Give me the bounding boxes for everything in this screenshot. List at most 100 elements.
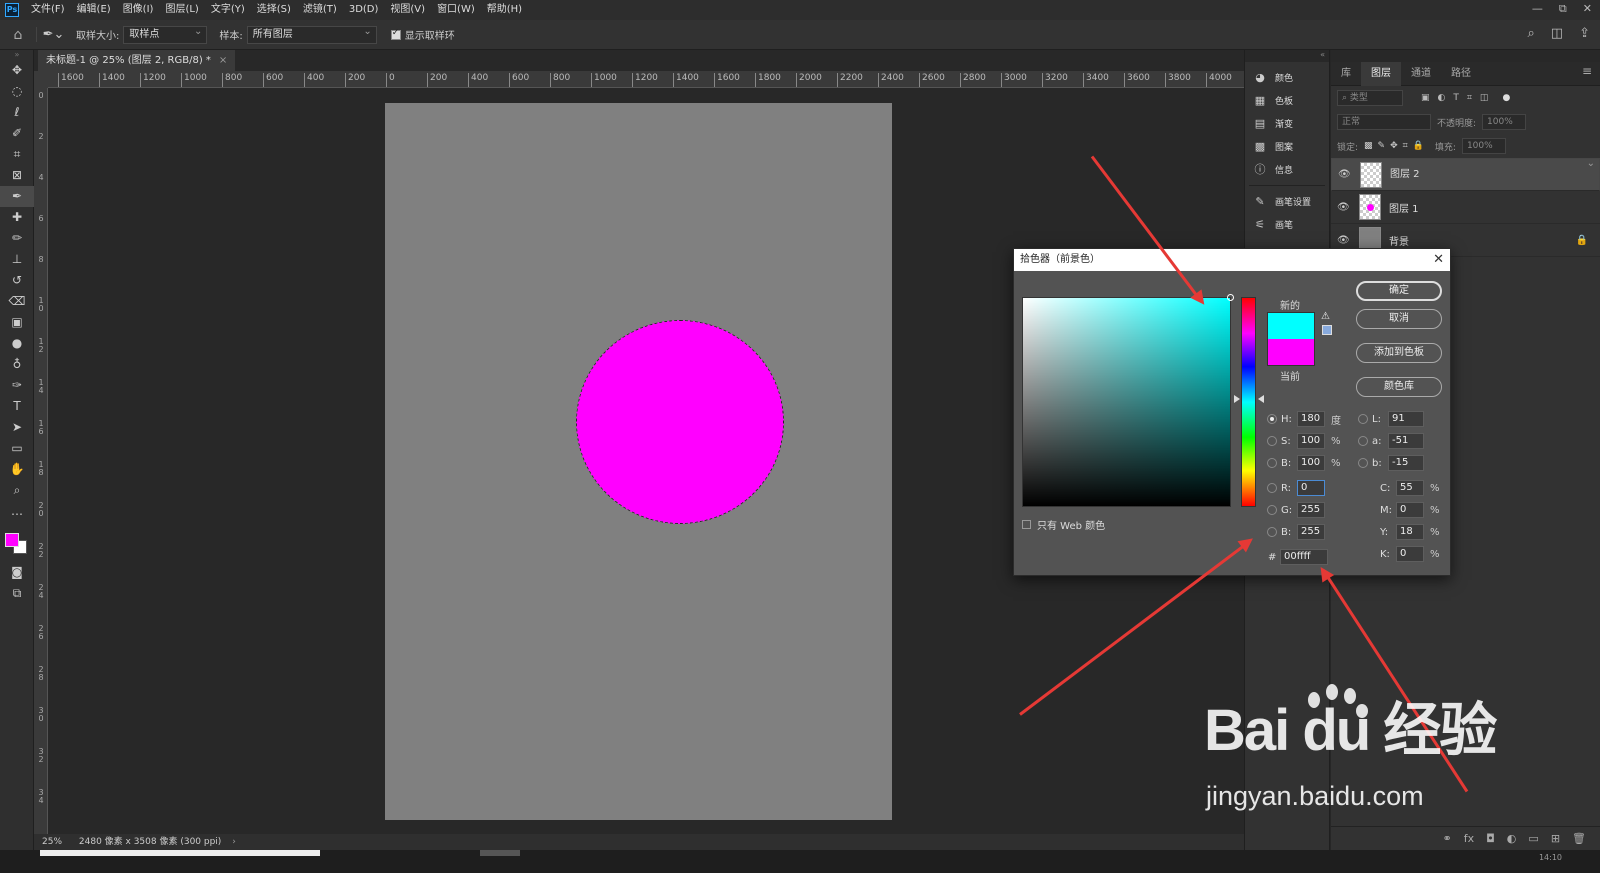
add-to-swatches-button[interactable]: 添加到色板 <box>1356 343 1442 363</box>
link-layers-icon[interactable]: ⚭ <box>1442 832 1451 845</box>
marquee-tool-icon[interactable]: ◌ <box>0 81 34 102</box>
red-input[interactable]: 0 <box>1297 480 1325 496</box>
saturation-radio[interactable] <box>1267 436 1277 446</box>
foreground-color-swatch[interactable] <box>5 533 19 547</box>
sample-select[interactable]: 所有图层 <box>246 24 377 44</box>
type-tool-icon[interactable]: T <box>0 396 34 417</box>
more-tools-icon[interactable]: … <box>0 501 34 522</box>
layer-filter-select[interactable]: ⌕ 类型 <box>1337 90 1403 106</box>
current-color-swatch[interactable] <box>1267 339 1315 366</box>
pen-tool-icon[interactable]: ✑ <box>0 375 34 396</box>
menu-filter[interactable]: 滤镜(T) <box>297 0 343 20</box>
blue-input[interactable]: 255 <box>1297 524 1325 540</box>
show-ring-checkbox[interactable] <box>390 28 401 40</box>
stamp-tool-icon[interactable]: ⊥ <box>0 249 34 270</box>
minimize-icon[interactable]: — <box>1532 0 1543 18</box>
close-window-icon[interactable]: ✕ <box>1583 0 1592 18</box>
brightness-radio[interactable] <box>1267 458 1277 468</box>
tab-layers[interactable]: 图层 <box>1361 61 1401 86</box>
panel-color[interactable]: ◕ 颜色 <box>1245 66 1329 89</box>
tab-paths[interactable]: 路径 <box>1441 62 1481 86</box>
eyedropper-icon[interactable]: ✒ <box>0 186 34 207</box>
filter-toggle-icon[interactable]: ● <box>1502 93 1510 103</box>
lock-icons[interactable]: ▩✎✥⌗🔒 <box>1364 141 1429 151</box>
quick-select-tool-icon[interactable]: ✐ <box>0 123 34 144</box>
menu-file[interactable]: 文件(F) <box>25 0 71 20</box>
shape-tool-icon[interactable]: ▭ <box>0 438 34 459</box>
path-select-icon[interactable]: ➤ <box>0 417 34 438</box>
hex-input[interactable]: 00ffff <box>1280 549 1328 565</box>
cyan-input[interactable]: 55 <box>1396 480 1424 496</box>
lab-b-input[interactable]: -15 <box>1388 455 1424 471</box>
dodge-tool-icon[interactable]: ♁ <box>0 354 34 375</box>
frame-tool-icon[interactable]: ⊠ <box>0 165 34 186</box>
saturation-brightness-field[interactable] <box>1022 294 1234 507</box>
yellow-input[interactable]: 18 <box>1396 524 1424 540</box>
mask-icon[interactable]: ◘ <box>1486 832 1495 845</box>
blend-mode-select[interactable]: 正常 <box>1337 114 1431 130</box>
brush-tool-icon[interactable]: ✏ <box>0 228 34 249</box>
menu-type[interactable]: 文字(Y) <box>205 0 251 20</box>
panel-brushes[interactable]: ⚟ 画笔 <box>1245 213 1329 236</box>
menu-layer[interactable]: 图层(L) <box>159 0 204 20</box>
move-tool-icon[interactable]: ✥ <box>0 60 34 81</box>
hand-tool-icon[interactable]: ✋ <box>0 459 34 480</box>
menu-image[interactable]: 图像(I) <box>117 0 160 20</box>
lab-a-input[interactable]: -51 <box>1388 433 1424 449</box>
collapse-icon[interactable]: » <box>0 50 34 60</box>
color-libraries-button[interactable]: 颜色库 <box>1356 377 1442 397</box>
workspace-icon[interactable]: ◫ <box>1551 26 1563 41</box>
layer-row-layer-2[interactable]: 👁 图层 2 <box>1331 156 1600 191</box>
close-icon[interactable]: ✕ <box>1433 249 1444 271</box>
fx-icon[interactable]: fx <box>1464 832 1474 845</box>
gamut-warning-icon[interactable]: ⚠ <box>1321 311 1330 322</box>
gradient-tool-icon[interactable]: ▣ <box>0 312 34 333</box>
menu-help[interactable]: 帮助(H) <box>481 0 528 20</box>
trash-icon[interactable]: 🗑 <box>1572 832 1586 845</box>
blur-tool-icon[interactable]: ● <box>0 333 34 354</box>
restore-icon[interactable]: ⧉ <box>1559 0 1567 18</box>
panel-info[interactable]: ⓘ 信息 <box>1245 158 1329 181</box>
web-colors-only[interactable]: 只有 Web 颜色 <box>1022 517 1105 532</box>
hue-slider-left-arrow-icon[interactable] <box>1234 395 1240 403</box>
lab-b-radio[interactable] <box>1358 458 1368 468</box>
eraser-tool-icon[interactable]: ⌫ <box>0 291 34 312</box>
share-icon[interactable]: ⇪ <box>1579 26 1590 41</box>
green-input[interactable]: 255 <box>1297 502 1325 518</box>
cancel-button[interactable]: 取消 <box>1356 309 1442 329</box>
layer-row-layer-1[interactable]: 👁 图层 1 <box>1331 191 1600 224</box>
fill-input[interactable]: 100% <box>1461 138 1506 154</box>
panel-collapse-icon[interactable]: « <box>1245 50 1329 62</box>
magenta-input[interactable]: 0 <box>1396 502 1424 518</box>
hue-slider-right-arrow-icon[interactable] <box>1258 395 1264 403</box>
menu-select[interactable]: 选择(S) <box>251 0 297 20</box>
blue-radio[interactable] <box>1267 527 1277 537</box>
panel-gradient[interactable]: ▤ 渐变 <box>1245 112 1329 135</box>
zoom-tool-icon[interactable]: ⌕ <box>0 480 34 501</box>
document-tab[interactable]: 未标题-1 @ 25% (图层 2, RGB/8) * × <box>38 50 236 71</box>
web-colors-checkbox[interactable] <box>1022 520 1031 529</box>
black-input[interactable]: 0 <box>1396 546 1424 562</box>
group-icon[interactable]: ▭ <box>1528 832 1538 845</box>
sample-size-select[interactable]: 取样点 <box>123 24 208 44</box>
tab-channels[interactable]: 通道 <box>1401 62 1441 86</box>
visibility-eye-icon[interactable]: 👁 <box>1338 167 1354 183</box>
zoom-level[interactable]: 25% <box>42 837 62 847</box>
lab-l-input[interactable]: 91 <box>1388 411 1424 427</box>
close-tab-icon[interactable]: × <box>219 55 227 66</box>
quick-mask-icon[interactable]: ◙ <box>0 562 34 583</box>
status-arrow-icon[interactable]: › <box>232 837 236 847</box>
filter-icons[interactable]: ▣◐T⌗◫ <box>1421 93 1496 103</box>
color-field-handle[interactable] <box>1227 294 1234 301</box>
red-radio[interactable] <box>1267 483 1277 493</box>
panel-menu-icon[interactable]: ≡ <box>1582 64 1592 78</box>
tab-libraries[interactable]: 库 <box>1331 62 1361 86</box>
screen-mode-icon[interactable]: ⧉ <box>0 583 34 604</box>
opacity-input[interactable]: 100% <box>1482 114 1527 130</box>
hue-radio[interactable] <box>1267 414 1277 424</box>
home-icon[interactable]: ⌂ <box>0 27 36 43</box>
hue-input[interactable]: 180 <box>1297 411 1325 427</box>
panel-brush-settings[interactable]: ✎ 画笔设置 <box>1245 190 1329 213</box>
panel-patterns[interactable]: ▩ 图案 <box>1245 135 1329 158</box>
ok-button[interactable]: 确定 <box>1356 281 1442 301</box>
